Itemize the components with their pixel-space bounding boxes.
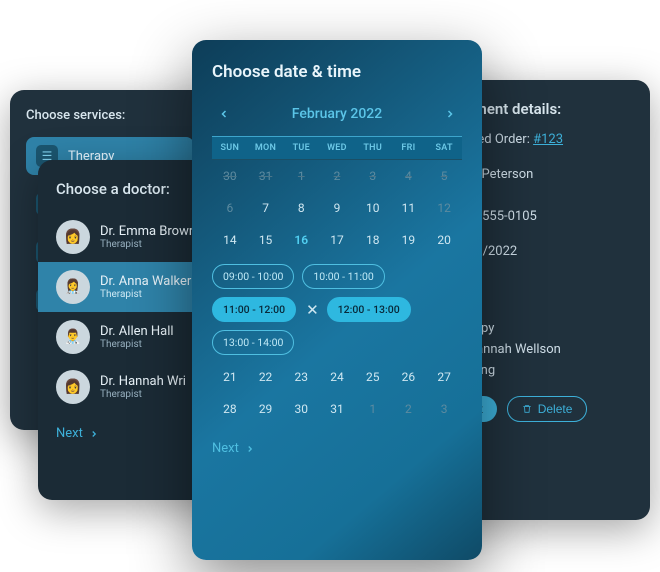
- avatar: 👩: [56, 370, 90, 404]
- related-order-link[interactable]: #123: [533, 132, 563, 147]
- calendar-day[interactable]: 4: [391, 160, 427, 192]
- calendar-week: 28293031123: [212, 393, 462, 425]
- calendar-day[interactable]: 27: [426, 361, 462, 393]
- calendar-day[interactable]: 5: [426, 160, 462, 192]
- calendar-day[interactable]: 1: [283, 160, 319, 192]
- calendar-day[interactable]: 11: [391, 192, 427, 224]
- calendar-day[interactable]: 15: [248, 224, 284, 256]
- avatar: 👩‍⚕️: [56, 270, 90, 304]
- doctor-role: Therapist: [100, 339, 174, 350]
- calendar-day[interactable]: 31: [248, 160, 284, 192]
- trash-icon: [522, 404, 532, 414]
- next-button[interactable]: Next: [212, 441, 462, 456]
- dow: WED: [319, 137, 355, 159]
- calendar-day[interactable]: 7: [248, 192, 284, 224]
- calendar-day[interactable]: 14: [212, 224, 248, 256]
- calendar-body: 30311234567891011121415161718192009:00 -…: [212, 160, 462, 425]
- calendar-day[interactable]: 22: [248, 361, 284, 393]
- datetime-title: Choose date & time: [212, 62, 462, 82]
- delete-button[interactable]: Delete: [507, 396, 588, 422]
- calendar-day[interactable]: 16: [283, 224, 319, 256]
- time-slot[interactable]: 11:00 - 12:00: [212, 297, 296, 322]
- avatar: 👩: [56, 220, 90, 254]
- calendar-day[interactable]: 20: [426, 224, 462, 256]
- next-month-button[interactable]: [438, 104, 462, 124]
- calendar-day[interactable]: 12: [426, 192, 462, 224]
- time-slot-row: 09:00 - 10:00 10:00 - 11:0011:00 - 12:00 ✕…: [212, 264, 462, 355]
- avatar: 👨‍⚕️: [56, 320, 90, 354]
- calendar-day[interactable]: 30: [283, 393, 319, 425]
- dow-header: SUN MON TUE WED THU FRI SAT: [212, 136, 462, 160]
- time-slot[interactable]: 09:00 - 10:00: [212, 264, 294, 289]
- calendar-header: February 2022: [212, 104, 462, 124]
- calendar-day[interactable]: 25: [355, 361, 391, 393]
- calendar-week: 303112345: [212, 160, 462, 192]
- doctor-name: Dr. Anna Walker: [100, 274, 191, 289]
- calendar-day[interactable]: 6: [212, 192, 248, 224]
- chevron-right-icon: [245, 444, 255, 454]
- calendar-day[interactable]: 26: [391, 361, 427, 393]
- doctor-name: Dr. Emma Brown: [100, 224, 196, 239]
- calendar-day[interactable]: 9: [319, 192, 355, 224]
- month-label: February 2022: [292, 106, 382, 122]
- calendar-day[interactable]: 3: [355, 160, 391, 192]
- calendar-day[interactable]: 30: [212, 160, 248, 192]
- close-icon[interactable]: ✕: [306, 301, 319, 319]
- calendar-week: 21222324252627: [212, 361, 462, 393]
- time-slot[interactable]: 10:00 - 11:00: [302, 264, 384, 289]
- dow: THU: [355, 137, 391, 159]
- time-slot[interactable]: 12:00 - 13:00: [327, 297, 411, 322]
- dow: FRI: [391, 137, 427, 159]
- calendar-day[interactable]: 8: [283, 192, 319, 224]
- calendar-day[interactable]: 19: [391, 224, 427, 256]
- doctor-role: Therapist: [100, 289, 191, 300]
- services-title: Choose services:: [26, 108, 194, 123]
- calendar-week: 6789101112: [212, 192, 462, 224]
- dow: TUE: [283, 137, 319, 159]
- calendar-day[interactable]: 10: [355, 192, 391, 224]
- time-slot[interactable]: 13:00 - 14:00: [212, 330, 294, 355]
- calendar-day[interactable]: 3: [426, 393, 462, 425]
- chevron-right-icon: [89, 429, 99, 439]
- calendar-day[interactable]: 28: [212, 393, 248, 425]
- calendar-day[interactable]: 18: [355, 224, 391, 256]
- calendar-day[interactable]: 17: [319, 224, 355, 256]
- dow: SAT: [426, 137, 462, 159]
- calendar-week: 14151617181920: [212, 224, 462, 256]
- dow: SUN: [212, 137, 248, 159]
- doctor-role: Therapist: [100, 239, 196, 250]
- calendar-day[interactable]: 21: [212, 361, 248, 393]
- calendar-day[interactable]: 2: [319, 160, 355, 192]
- prev-month-button[interactable]: [212, 104, 236, 124]
- dow: MON: [248, 137, 284, 159]
- calendar-day[interactable]: 23: [283, 361, 319, 393]
- calendar-day[interactable]: 24: [319, 361, 355, 393]
- calendar-day[interactable]: 2: [391, 393, 427, 425]
- doctor-name: Dr. Hannah Wri: [100, 374, 186, 389]
- doctor-name: Dr. Allen Hall: [100, 324, 174, 339]
- calendar-day[interactable]: 31: [319, 393, 355, 425]
- calendar-day[interactable]: 29: [248, 393, 284, 425]
- datetime-card: Choose date & time February 2022 SUN MON…: [192, 40, 482, 560]
- doctor-role: Therapist: [100, 389, 186, 400]
- calendar-day[interactable]: 1: [355, 393, 391, 425]
